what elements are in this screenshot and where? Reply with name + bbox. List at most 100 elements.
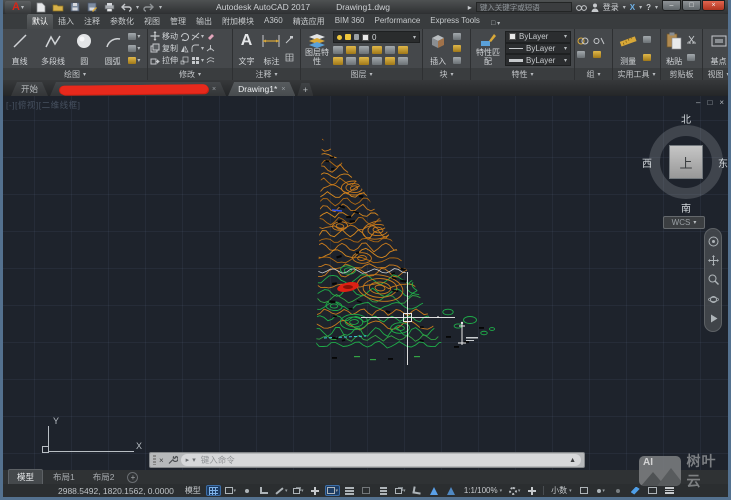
match-properties-tool[interactable]: 特性匹配 xyxy=(473,30,503,67)
panel-view-label[interactable]: 视图 ▾ xyxy=(703,68,731,80)
trim-tool[interactable]: ▾ xyxy=(191,31,204,41)
mirror-tool[interactable] xyxy=(180,43,189,53)
scale-tool[interactable] xyxy=(180,56,189,66)
quick-properties-toggle[interactable] xyxy=(577,485,592,496)
table-tool[interactable] xyxy=(285,53,298,63)
ungroup-tool[interactable] xyxy=(593,36,607,46)
viewcube-east-label[interactable]: 东 xyxy=(712,155,728,170)
move-tool[interactable]: 移动 xyxy=(150,31,178,42)
lock-ui-toggle[interactable]: ▾ xyxy=(594,485,609,496)
text-tool[interactable]: A 文字 xyxy=(235,30,258,67)
insert-block-tool[interactable]: 插入 xyxy=(425,30,451,67)
help-dropdown-icon[interactable]: ▾ xyxy=(655,4,658,11)
leader-tool[interactable] xyxy=(285,34,298,44)
linetype-dropdown[interactable]: ByLayer ▾ xyxy=(505,54,571,66)
new-drawing-tab-button[interactable]: + xyxy=(297,83,313,96)
new-layout-button[interactable]: + xyxy=(127,472,138,483)
ribbon-tab-2[interactable]: 注释 xyxy=(79,14,105,29)
ribbon-tab-8[interactable]: A360 xyxy=(259,14,288,29)
define-attribute-tool[interactable] xyxy=(453,43,468,53)
undo-dropdown-icon[interactable]: ▾ xyxy=(136,4,139,11)
ellipse-tool[interactable]: ▾ xyxy=(128,43,145,53)
annotation-scale-button[interactable]: 1:1/100% ▾ xyxy=(461,485,505,496)
panel-block-label[interactable]: 块 ▾ xyxy=(423,68,470,80)
command-input[interactable] xyxy=(199,454,566,466)
isolate-objects-toggle[interactable] xyxy=(611,485,626,496)
new-file-button[interactable] xyxy=(34,2,48,13)
exchange-dropdown-icon[interactable]: ▾ xyxy=(639,4,642,11)
viewcube-south-label[interactable]: 南 xyxy=(675,200,697,215)
panel-draw-label[interactable]: 绘图 ▾ xyxy=(3,68,147,80)
command-history-up-icon[interactable]: ▲ xyxy=(569,457,576,464)
pan-icon[interactable] xyxy=(708,255,719,266)
panel-utilities-label[interactable]: 实用工具 ▾ xyxy=(613,68,660,80)
showmotion-icon[interactable] xyxy=(708,313,719,324)
create-block-tool[interactable] xyxy=(453,56,468,66)
stretch-tool[interactable]: 拉伸 xyxy=(150,55,178,66)
panel-layers-label[interactable]: 图层 ▾ xyxy=(301,68,422,80)
command-line-close-icon[interactable]: × xyxy=(159,456,164,465)
layer-tool-icon[interactable] xyxy=(359,57,369,65)
infocenter-search-input[interactable] xyxy=(476,2,572,12)
explode-tool[interactable] xyxy=(206,43,215,53)
panel-annotation-label[interactable]: 注释 ▾ xyxy=(233,68,300,80)
viewport-controls[interactable]: [-][俯视][二维线框] xyxy=(6,99,81,111)
file-tab-drawing1[interactable]: Drawing1* × xyxy=(228,82,295,96)
ribbon-tab-7[interactable]: 附加模块 xyxy=(217,14,259,29)
save-as-button[interactable] xyxy=(85,2,99,13)
isodraft-toggle[interactable]: ▾ xyxy=(291,485,306,496)
offset-tool[interactable] xyxy=(206,56,215,66)
file-tab-redacted[interactable]: × xyxy=(50,82,226,96)
selection-cycling-toggle[interactable] xyxy=(376,485,391,496)
steering-wheel-icon[interactable] xyxy=(708,236,719,247)
hatch-tool[interactable]: ▾ xyxy=(128,56,145,66)
annotation-visibility-toggle[interactable] xyxy=(427,485,442,496)
ribbon-tab-3[interactable]: 参数化 xyxy=(105,14,139,29)
quick-select-tool[interactable] xyxy=(643,34,658,44)
layer-tool-icon[interactable] xyxy=(385,57,395,65)
zoom-extents-icon[interactable] xyxy=(708,274,719,285)
doc-minimize-icon[interactable]: – xyxy=(696,98,700,107)
viewcube-north-label[interactable]: 北 xyxy=(675,111,697,126)
grid-toggle[interactable] xyxy=(206,485,221,496)
command-line-grip[interactable] xyxy=(153,455,156,465)
layer-tool-icon[interactable] xyxy=(398,57,408,65)
undo-button[interactable] xyxy=(119,2,133,13)
workspace-switcher[interactable]: ▾ xyxy=(507,485,522,496)
panel-groups-label[interactable]: 组 ▾ xyxy=(575,68,612,80)
contour-map[interactable] xyxy=(296,130,508,362)
fillet-tool[interactable]: ▾ xyxy=(191,43,204,53)
snap-toggle[interactable]: ▾ xyxy=(223,485,238,496)
save-button[interactable] xyxy=(68,2,82,13)
object-snap-tracking-toggle[interactable] xyxy=(308,485,323,496)
file-tab-close-icon[interactable]: × xyxy=(281,86,285,93)
layer-tool-icon[interactable] xyxy=(359,46,369,54)
rotate-tool[interactable] xyxy=(180,31,189,41)
ribbon-tab-1[interactable]: 插入 xyxy=(53,14,79,29)
doc-restore-icon[interactable]: □ xyxy=(707,98,712,107)
circle-tool[interactable]: 圆 xyxy=(72,30,97,67)
plot-button[interactable] xyxy=(102,2,116,13)
application-menu-button[interactable]: A ▾ xyxy=(5,1,31,14)
paste-tool[interactable]: 粘贴 xyxy=(663,30,685,67)
erase-tool[interactable] xyxy=(206,31,215,41)
viewcube-top-face[interactable]: 上 xyxy=(669,145,703,179)
close-button[interactable]: × xyxy=(702,0,725,11)
help-icon[interactable]: ? xyxy=(646,3,651,12)
qat-customize-dropdown-icon[interactable]: ▾ xyxy=(159,4,162,11)
layer-tool-icon[interactable] xyxy=(333,46,343,54)
ribbon-tab-10[interactable]: BIM 360 xyxy=(330,14,370,29)
dynamic-ucs-toggle[interactable] xyxy=(410,485,425,496)
layer-tool-icon[interactable] xyxy=(372,46,382,54)
layout-tab-model[interactable]: 模型 xyxy=(8,469,43,485)
group-edit-tool[interactable] xyxy=(577,50,591,60)
layer-dropdown[interactable]: 0 ▾ xyxy=(333,31,420,43)
layout-tab-layout1[interactable]: 布局1 xyxy=(45,470,83,484)
ortho-toggle[interactable] xyxy=(257,485,272,496)
array-tool[interactable]: ▾ xyxy=(191,56,204,66)
ribbon-tab-12[interactable]: Express Tools xyxy=(425,14,485,29)
ribbon-tab-4[interactable]: 视图 xyxy=(139,14,165,29)
polyline-tool[interactable]: 多段线 xyxy=(36,30,69,67)
viewcube-west-label[interactable]: 西 xyxy=(636,155,658,170)
rectangle-tool[interactable]: ▾ xyxy=(128,31,145,41)
